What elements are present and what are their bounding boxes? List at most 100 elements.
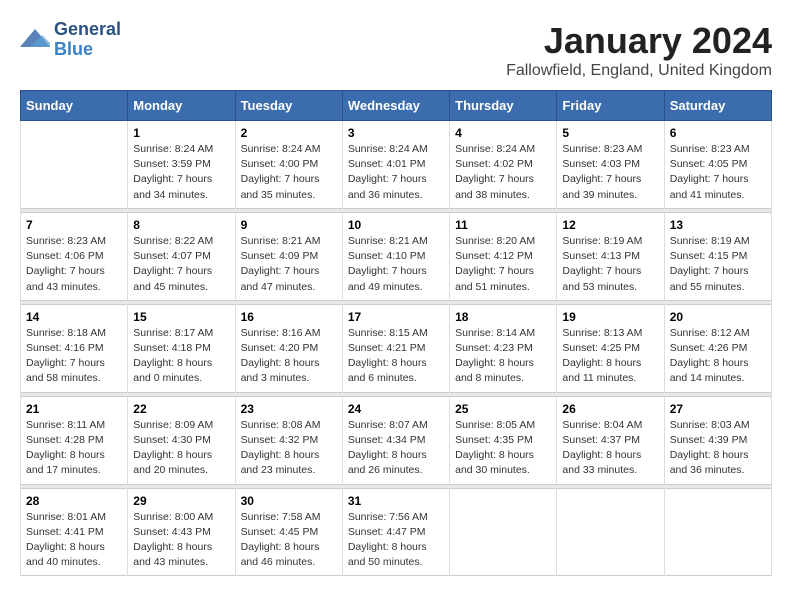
calendar-cell: 27Sunrise: 8:03 AM Sunset: 4:39 PM Dayli… (664, 396, 771, 484)
day-number: 11 (455, 218, 551, 232)
calendar-cell: 2 Sunrise: 8:24 AM Sunset: 4:00 PM Daylig… (235, 121, 342, 209)
day-info: Sunrise: 8:15 AM Sunset: 4:21 PM Dayligh… (348, 326, 444, 387)
calendar-cell: 29 Sunrise: 8:00 AM Sunset: 4:43 PM Dayli… (128, 488, 235, 576)
day-header-wednesday: Wednesday (342, 91, 449, 121)
day-info: Sunrise: 8:05 AM Sunset: 4:35 PM Dayligh… (455, 418, 551, 479)
day-info: Sunrise: 8:19 AM Sunset: 4:15 PM Dayligh… (670, 234, 766, 295)
day-info: Sunrise: 8:01 AM Sunset: 4:41 PM Dayligh… (26, 510, 122, 571)
calendar-cell (450, 488, 557, 576)
calendar-cell: 11 Sunrise: 8:20 AM Sunset: 4:12 PM Dayli… (450, 212, 557, 300)
logo-icon (20, 27, 50, 52)
calendar-cell: 18 Sunrise: 8:14 AM Sunset: 4:23 PM Dayli… (450, 304, 557, 392)
day-info: Sunrise: 8:24 AM Sunset: 4:01 PM Dayligh… (348, 142, 444, 203)
day-number: 29 (133, 494, 229, 508)
day-number: 2 (241, 126, 337, 140)
calendar-cell: 30Sunrise: 7:58 AM Sunset: 4:45 PM Dayli… (235, 488, 342, 576)
week-row-1: 1 Sunrise: 8:24 AM Sunset: 3:59 PM Daylig… (21, 121, 772, 209)
day-info: Sunrise: 8:11 AM Sunset: 4:28 PM Dayligh… (26, 418, 122, 479)
day-number: 6 (670, 126, 766, 140)
calendar-cell: 20Sunrise: 8:12 AM Sunset: 4:26 PM Dayli… (664, 304, 771, 392)
day-number: 10 (348, 218, 444, 232)
title-area: January 2024 Fallowfield, England, Unite… (506, 20, 772, 80)
day-info: Sunrise: 8:23 AM Sunset: 4:05 PM Dayligh… (670, 142, 766, 203)
day-number: 7 (26, 218, 122, 232)
day-header-sunday: Sunday (21, 91, 128, 121)
day-number: 25 (455, 402, 551, 416)
calendar-cell: 13Sunrise: 8:19 AM Sunset: 4:15 PM Dayli… (664, 212, 771, 300)
day-info: Sunrise: 8:21 AM Sunset: 4:09 PM Dayligh… (241, 234, 337, 295)
calendar-cell: 15 Sunrise: 8:17 AM Sunset: 4:18 PM Dayli… (128, 304, 235, 392)
day-info: Sunrise: 8:23 AM Sunset: 4:06 PM Dayligh… (26, 234, 122, 295)
day-info: Sunrise: 8:24 AM Sunset: 4:00 PM Dayligh… (241, 142, 337, 203)
calendar-cell (557, 488, 664, 576)
day-info: Sunrise: 8:17 AM Sunset: 4:18 PM Dayligh… (133, 326, 229, 387)
calendar-cell: 1 Sunrise: 8:24 AM Sunset: 3:59 PM Daylig… (128, 121, 235, 209)
day-number: 23 (241, 402, 337, 416)
day-number: 15 (133, 310, 229, 324)
day-number: 12 (562, 218, 658, 232)
page-title: January 2024 (506, 20, 772, 62)
day-number: 17 (348, 310, 444, 324)
day-info: Sunrise: 8:14 AM Sunset: 4:23 PM Dayligh… (455, 326, 551, 387)
day-number: 22 (133, 402, 229, 416)
calendar-cell: 6 Sunrise: 8:23 AM Sunset: 4:05 PM Daylig… (664, 121, 771, 209)
day-number: 5 (562, 126, 658, 140)
day-header-saturday: Saturday (664, 91, 771, 121)
calendar-cell: 26 Sunrise: 8:04 AM Sunset: 4:37 PM Dayli… (557, 396, 664, 484)
calendar-cell: 7 Sunrise: 8:23 AM Sunset: 4:06 PM Daylig… (21, 212, 128, 300)
calendar-cell: 23 Sunrise: 8:08 AM Sunset: 4:32 PM Dayli… (235, 396, 342, 484)
week-row-4: 21 Sunrise: 8:11 AM Sunset: 4:28 PM Dayli… (21, 396, 772, 484)
calendar-cell: 4 Sunrise: 8:24 AM Sunset: 4:02 PM Daylig… (450, 121, 557, 209)
day-info: Sunrise: 8:24 AM Sunset: 3:59 PM Dayligh… (133, 142, 229, 203)
calendar-table: SundayMondayTuesdayWednesdayThursdayFrid… (20, 90, 772, 576)
day-info: Sunrise: 8:20 AM Sunset: 4:12 PM Dayligh… (455, 234, 551, 295)
calendar-cell (664, 488, 771, 576)
day-info: Sunrise: 8:07 AM Sunset: 4:34 PM Dayligh… (348, 418, 444, 479)
calendar-cell: 25 Sunrise: 8:05 AM Sunset: 4:35 PM Dayli… (450, 396, 557, 484)
day-number: 1 (133, 126, 229, 140)
day-header-friday: Friday (557, 91, 664, 121)
week-row-5: 28Sunrise: 8:01 AM Sunset: 4:41 PM Dayli… (21, 488, 772, 576)
day-header-monday: Monday (128, 91, 235, 121)
day-info: Sunrise: 7:58 AM Sunset: 4:45 PM Dayligh… (241, 510, 337, 571)
day-number: 26 (562, 402, 658, 416)
calendar-cell: 5 Sunrise: 8:23 AM Sunset: 4:03 PM Daylig… (557, 121, 664, 209)
day-header-tuesday: Tuesday (235, 91, 342, 121)
calendar-cell: 8 Sunrise: 8:22 AM Sunset: 4:07 PM Daylig… (128, 212, 235, 300)
day-info: Sunrise: 8:04 AM Sunset: 4:37 PM Dayligh… (562, 418, 658, 479)
calendar-cell: 10 Sunrise: 8:21 AM Sunset: 4:10 PM Dayli… (342, 212, 449, 300)
day-number: 16 (241, 310, 337, 324)
day-info: Sunrise: 7:56 AM Sunset: 4:47 PM Dayligh… (348, 510, 444, 571)
day-number: 27 (670, 402, 766, 416)
page-subtitle: Fallowfield, England, United Kingdom (506, 62, 772, 80)
day-header-thursday: Thursday (450, 91, 557, 121)
page-header: General Blue January 2024 Fallowfield, E… (20, 20, 772, 80)
day-info: Sunrise: 8:08 AM Sunset: 4:32 PM Dayligh… (241, 418, 337, 479)
calendar-cell: 21 Sunrise: 8:11 AM Sunset: 4:28 PM Dayli… (21, 396, 128, 484)
day-info: Sunrise: 8:24 AM Sunset: 4:02 PM Dayligh… (455, 142, 551, 203)
logo: General Blue (20, 20, 121, 60)
calendar-cell: 31 Sunrise: 7:56 AM Sunset: 4:47 PM Dayli… (342, 488, 449, 576)
calendar-cell: 22Sunrise: 8:09 AM Sunset: 4:30 PM Dayli… (128, 396, 235, 484)
calendar-cell: 12 Sunrise: 8:19 AM Sunset: 4:13 PM Dayli… (557, 212, 664, 300)
day-info: Sunrise: 8:13 AM Sunset: 4:25 PM Dayligh… (562, 326, 658, 387)
day-info: Sunrise: 8:16 AM Sunset: 4:20 PM Dayligh… (241, 326, 337, 387)
day-info: Sunrise: 8:22 AM Sunset: 4:07 PM Dayligh… (133, 234, 229, 295)
day-number: 21 (26, 402, 122, 416)
calendar-cell: 16 Sunrise: 8:16 AM Sunset: 4:20 PM Dayli… (235, 304, 342, 392)
day-number: 9 (241, 218, 337, 232)
day-number: 19 (562, 310, 658, 324)
week-row-2: 7 Sunrise: 8:23 AM Sunset: 4:06 PM Daylig… (21, 212, 772, 300)
day-info: Sunrise: 8:23 AM Sunset: 4:03 PM Dayligh… (562, 142, 658, 203)
day-number: 8 (133, 218, 229, 232)
day-info: Sunrise: 8:21 AM Sunset: 4:10 PM Dayligh… (348, 234, 444, 295)
day-number: 31 (348, 494, 444, 508)
calendar-cell (21, 121, 128, 209)
calendar-cell: 14Sunrise: 8:18 AM Sunset: 4:16 PM Dayli… (21, 304, 128, 392)
day-info: Sunrise: 8:00 AM Sunset: 4:43 PM Dayligh… (133, 510, 229, 571)
day-number: 4 (455, 126, 551, 140)
calendar-header-row: SundayMondayTuesdayWednesdayThursdayFrid… (21, 91, 772, 121)
calendar-cell: 3Sunrise: 8:24 AM Sunset: 4:01 PM Daylig… (342, 121, 449, 209)
day-info: Sunrise: 8:19 AM Sunset: 4:13 PM Dayligh… (562, 234, 658, 295)
day-number: 18 (455, 310, 551, 324)
